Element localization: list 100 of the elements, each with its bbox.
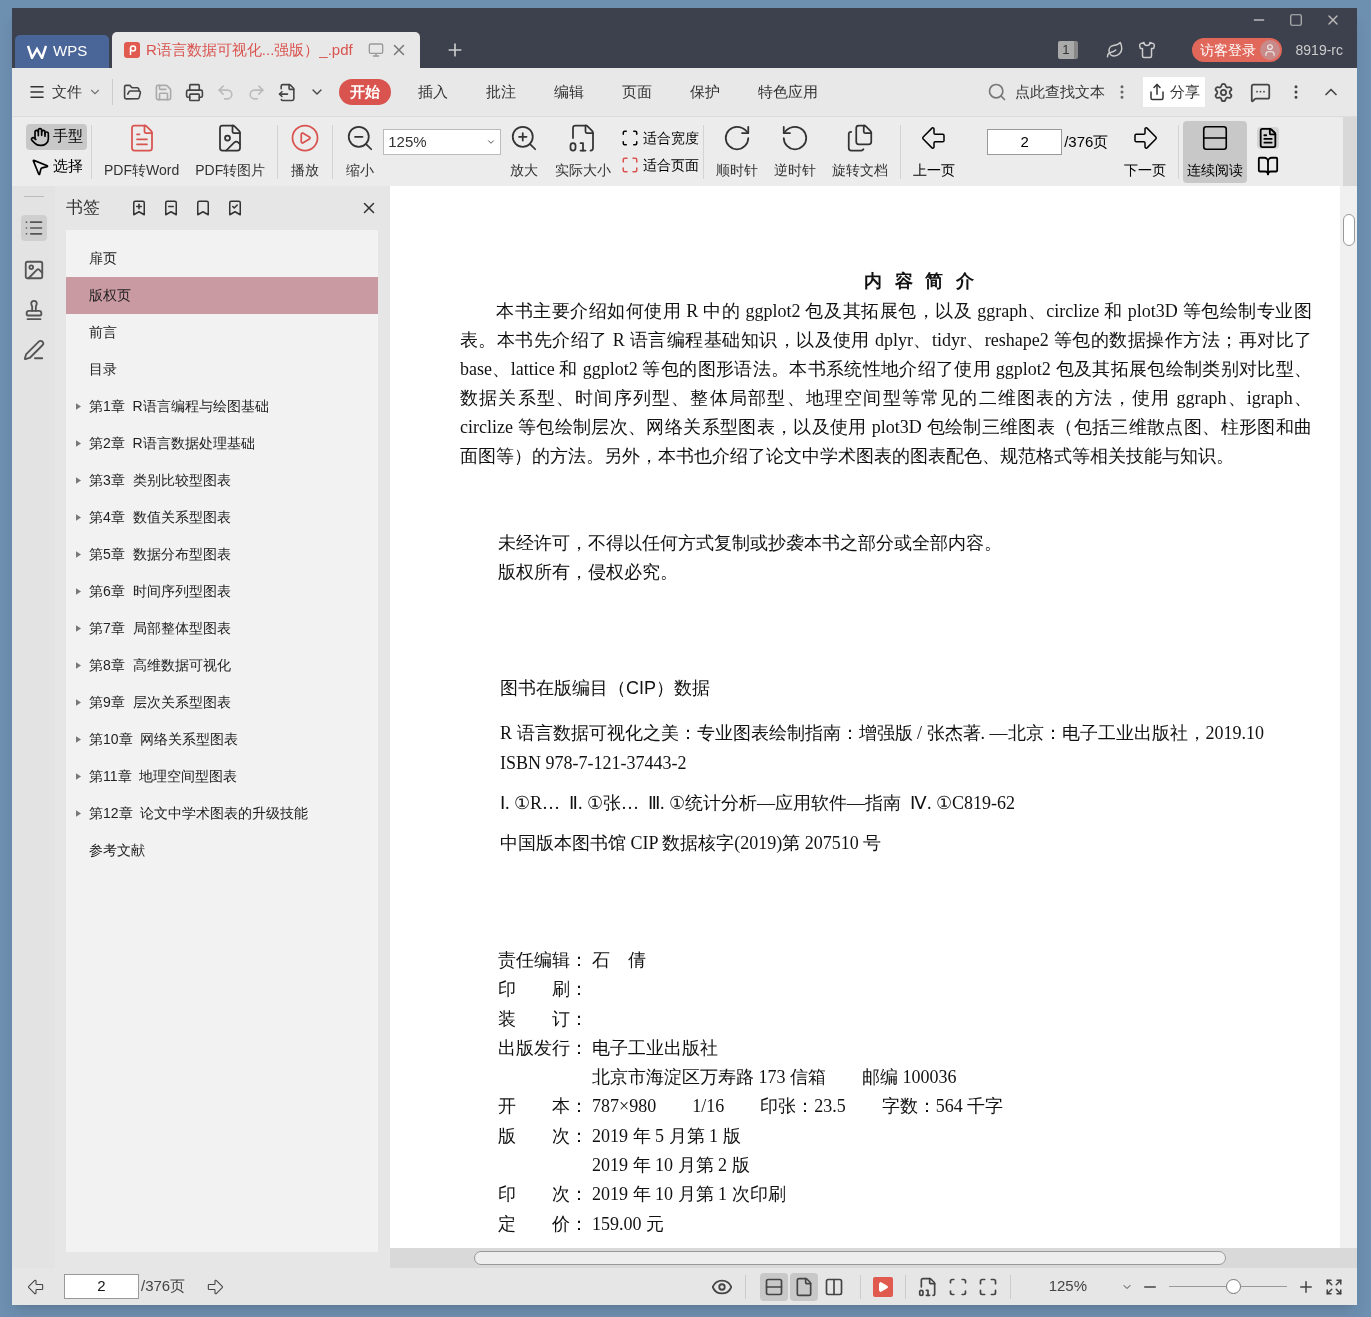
book-icon[interactable] xyxy=(1257,154,1280,177)
expand-arrow-icon[interactable] xyxy=(76,810,81,817)
credit-label: 定 价： xyxy=(498,1212,589,1236)
tab[interactable]: WPS xyxy=(15,35,109,68)
window-count-badge: 1 xyxy=(1058,41,1078,59)
expand-arrow-icon[interactable] xyxy=(76,625,81,632)
bookmark-item[interactable]: 第11章 地理空间型图表 xyxy=(66,758,378,795)
bookmark-item[interactable]: 第8章 高维数据可视化 xyxy=(66,647,378,684)
vertical-scrollbar[interactable] xyxy=(1340,186,1357,1248)
toolbar-button[interactable]: 缩小 xyxy=(337,122,384,181)
fit-width-icon[interactable] xyxy=(977,1276,998,1297)
bookmark-item[interactable]: 第6章 时间序列型图表 xyxy=(66,573,378,610)
expand-arrow-icon[interactable] xyxy=(76,662,81,669)
menu-tab[interactable]: 特色应用 xyxy=(747,79,829,105)
bookmark-item[interactable]: 第5章 数据分布型图表 xyxy=(66,536,378,573)
thumbnail-icon[interactable] xyxy=(22,259,45,281)
actual-size-icon[interactable] xyxy=(917,1276,938,1297)
fit-button[interactable]: 适合宽度 xyxy=(621,127,700,149)
expand-arrow-icon[interactable] xyxy=(76,588,81,595)
credit-label: 版 次： xyxy=(498,1124,589,1148)
bookmark-item[interactable]: 第7章 局部整体型图表 xyxy=(66,610,378,647)
bookmark-label: 第11章 地理空间型图表 xyxy=(89,767,238,786)
expand-arrow-icon[interactable] xyxy=(76,551,81,558)
zoom-value[interactable]: 125% xyxy=(1048,1275,1087,1298)
maximize-icon[interactable] xyxy=(1289,13,1303,27)
comment-icon[interactable] xyxy=(1250,81,1271,103)
next-page-button[interactable]: 下一页 xyxy=(1116,122,1175,181)
bookmark-icon[interactable] xyxy=(194,199,212,217)
menu-tab[interactable]: 编辑 xyxy=(543,79,595,105)
expand-arrow-icon[interactable] xyxy=(76,699,81,706)
bookmark-item[interactable]: 第4章 数值关系型图表 xyxy=(66,499,378,536)
print-icon[interactable] xyxy=(185,82,204,102)
toolbar-button[interactable]: 放大 xyxy=(501,122,548,181)
mode-button[interactable]: 手型 xyxy=(26,123,87,150)
annotation-icon[interactable] xyxy=(22,339,45,361)
leaf-icon[interactable] xyxy=(1105,41,1124,59)
zoom-slider[interactable] xyxy=(1169,1278,1287,1295)
menu-tab[interactable]: 保护 xyxy=(679,79,731,105)
play-icon xyxy=(290,122,321,153)
expand-arrow-icon[interactable] xyxy=(76,440,81,447)
menu-tab[interactable]: 页面 xyxy=(611,79,663,105)
bookmark-item[interactable]: 第12章 论文中学术图表的升级技能 xyxy=(66,795,378,832)
view-mode-button[interactable] xyxy=(759,1272,788,1301)
toolbar-button[interactable]: PDF转Word xyxy=(96,122,188,181)
bookmark-item[interactable]: 版权页 xyxy=(66,277,378,314)
previous-page-button[interactable]: 上一页 xyxy=(905,122,964,181)
fullscreen-icon[interactable] xyxy=(1325,1277,1343,1296)
fit-button[interactable]: 适合页面 xyxy=(621,154,700,176)
settings-icon[interactable] xyxy=(1213,81,1234,103)
shirt-icon[interactable] xyxy=(1137,41,1156,59)
menu-tab[interactable]: 开始 xyxy=(339,79,391,105)
bookmark-list-icon[interactable] xyxy=(20,215,47,241)
horizontal-scrollbar[interactable] xyxy=(390,1248,1357,1268)
zoom-select[interactable]: 125% xyxy=(383,129,502,155)
bookmark-item[interactable]: 第1章 R语言编程与绘图基础 xyxy=(66,388,378,425)
expand-arrow-icon[interactable] xyxy=(76,773,81,780)
toolbar-button[interactable]: 实际大小 xyxy=(547,122,620,181)
toolbar-button[interactable]: PDF转图片 xyxy=(187,122,274,181)
menu-tab[interactable]: 插入 xyxy=(407,79,459,105)
bookmark-item[interactable]: 参考文献 xyxy=(66,832,378,869)
expand-arrow-icon[interactable] xyxy=(76,514,81,521)
bookmark-item[interactable]: 前言 xyxy=(66,314,378,351)
toolbar-button[interactable]: 旋转文档 xyxy=(824,122,897,181)
toolbar-button[interactable]: 逆时针 xyxy=(766,122,825,181)
open-folder-icon[interactable] xyxy=(123,82,142,102)
toolbar-button[interactable]: 播放 xyxy=(282,122,329,181)
bookmark-item[interactable]: 目录 xyxy=(66,351,378,388)
mode-button[interactable]: 选择 xyxy=(26,153,87,180)
expand-arrow-icon[interactable] xyxy=(76,477,81,484)
bookmark-item[interactable]: 第3章 类别比较型图表 xyxy=(66,462,378,499)
bookmark-item[interactable]: 第2章 R语言数据处理基础 xyxy=(66,425,378,462)
cip-line: R 语言数据可视化之美：专业图表绘制指南：增强版 / 张杰著. —北京：电子工业出版社，2019.10 xyxy=(500,722,1265,745)
add-bookmark-icon[interactable] xyxy=(130,199,148,217)
file-menu[interactable]: 文件 xyxy=(28,80,102,104)
expand-arrow-icon[interactable] xyxy=(76,403,81,410)
fit-page-icon[interactable] xyxy=(947,1276,968,1297)
play-icon[interactable] xyxy=(872,1276,893,1297)
share-button[interactable]: 分享 xyxy=(1143,77,1205,107)
bookmark-check-icon[interactable] xyxy=(226,199,244,217)
page-number-field[interactable]: 2 xyxy=(987,129,1063,155)
page-number-field[interactable]: 2 xyxy=(64,1274,139,1299)
continuous-reading-button[interactable]: 连续阅读 xyxy=(1183,120,1248,183)
search-field[interactable]: 点此查找文本 xyxy=(1015,80,1105,104)
bookmark-item[interactable]: 第9章 层次关系型图表 xyxy=(66,684,378,721)
menu-tab[interactable]: 批注 xyxy=(475,79,527,105)
bookmark-label: 第2章 R语言数据处理基础 xyxy=(89,434,255,453)
bookmark-label: 第3章 类别比较型图表 xyxy=(89,471,231,490)
bookmark-item[interactable]: 第10章 网络关系型图表 xyxy=(66,721,378,758)
remove-bookmark-icon[interactable] xyxy=(162,199,180,217)
expand-arrow-icon[interactable] xyxy=(76,736,81,743)
view-mode-button[interactable] xyxy=(789,1272,818,1301)
export-icon[interactable] xyxy=(278,82,297,102)
bookmark-item[interactable]: 扉页 xyxy=(66,240,378,277)
document-icon[interactable] xyxy=(1257,126,1280,149)
credit-label: 印 刷： xyxy=(498,978,589,1002)
notice-text: 未经许可，不得以任何方式复制或抄袭本书之部分或全部内容。 xyxy=(498,532,1003,555)
slider-thumb[interactable] xyxy=(1225,1279,1241,1294)
toolbar-button[interactable]: 顺时针 xyxy=(708,122,767,181)
bookmark-label: 第7章 局部整体型图表 xyxy=(89,619,231,638)
credit-value: 2019 年 10 月第 2 版 xyxy=(592,1154,750,1178)
